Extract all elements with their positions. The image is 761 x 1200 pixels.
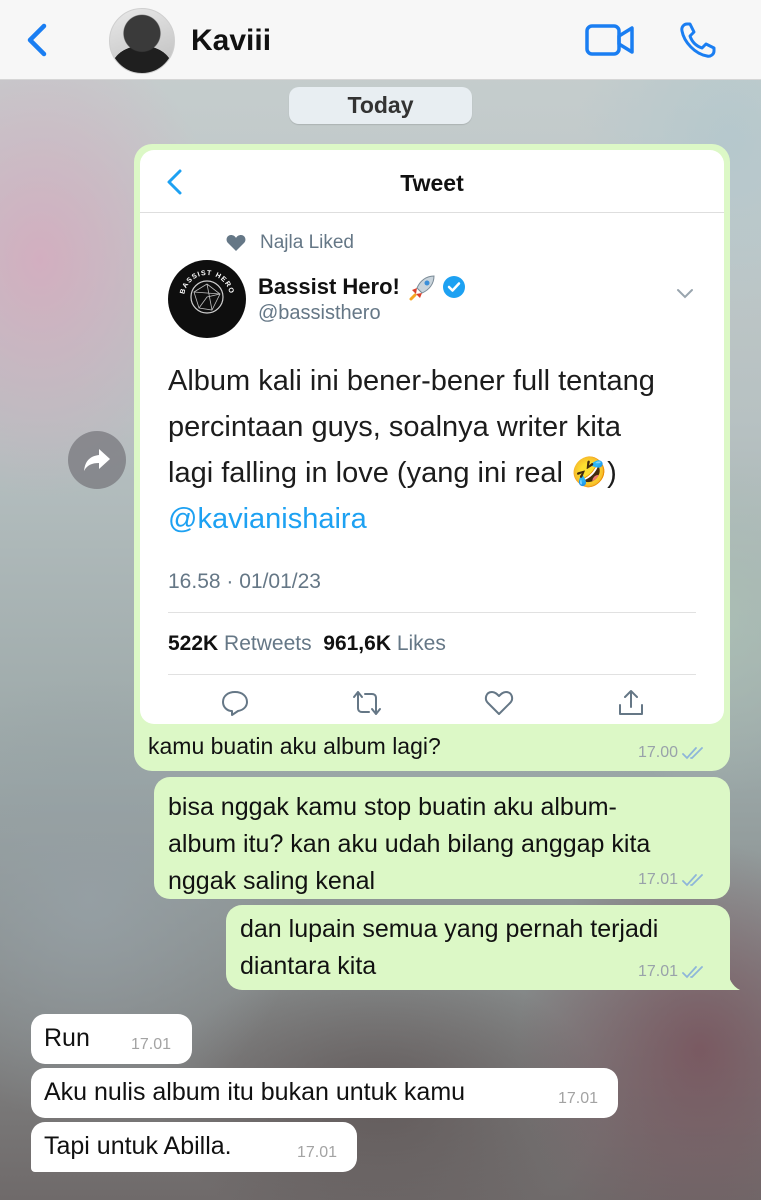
message-meta: 17.01 xyxy=(638,963,706,981)
tweet-stats: 522K Retweets 961,6K Likes xyxy=(168,632,446,656)
message-time: 17.01 xyxy=(638,963,679,980)
message-bubble-outgoing[interactable]: bisa nggak kamu stop buatin aku album- a… xyxy=(154,777,730,899)
message-text: Aku nulis album itu bukan untuk kamu xyxy=(44,1078,466,1106)
svg-text:BASSIST HERO: BASSIST HERO xyxy=(179,270,234,295)
tweet-author-avatar: BASSIST HERO xyxy=(168,260,246,338)
double-check-icon xyxy=(682,966,703,979)
likes-label: Likes xyxy=(396,632,446,655)
date-separator: Today xyxy=(289,87,472,124)
back-button[interactable] xyxy=(18,20,58,60)
tweet-actions xyxy=(140,688,724,718)
liked-by-text: Najla Liked xyxy=(260,232,354,253)
bubble-tail xyxy=(720,970,740,990)
divider xyxy=(168,612,696,613)
tweet-line: lagi falling in love (yang ini real 🤣) xyxy=(168,457,617,489)
message-line: bisa nggak kamu stop buatin aku album- xyxy=(168,793,617,821)
tweet-screenshot[interactable]: Tweet Najla Liked BASSIST HERO Bassist H… xyxy=(140,150,724,724)
tweet-mention: @kavianishaira xyxy=(168,503,367,535)
video-camera-icon xyxy=(585,24,634,56)
retweet-icon xyxy=(353,691,381,715)
message-meta: 17.01 xyxy=(638,871,706,889)
tweet-display-name: Bassist Hero! xyxy=(258,272,466,302)
message-time: 17.01 xyxy=(638,871,679,888)
message-time: 17.01 xyxy=(297,1144,338,1161)
contact-name[interactable]: Kaviii xyxy=(191,24,271,58)
tweet-handle: @bassisthero xyxy=(258,302,381,324)
likes-count: 961,6K xyxy=(323,632,391,655)
message-bubble-incoming[interactable]: Run 17.01 xyxy=(31,1014,192,1064)
message-text: Run xyxy=(44,1024,90,1052)
tweet-title: Tweet xyxy=(400,170,464,196)
tweet-line: percintaan guys, soalnya writer kita xyxy=(168,411,621,443)
share-icon xyxy=(619,690,643,715)
bassist-hero-logo: BASSIST HERO xyxy=(179,270,234,314)
verified-badge-icon xyxy=(442,276,465,298)
double-check-icon xyxy=(682,747,703,760)
rocket-emoji-icon xyxy=(409,275,435,301)
chat-header: Kaviii xyxy=(0,0,761,80)
chevron-left-icon xyxy=(27,23,47,57)
message-time: 17.00 xyxy=(638,744,679,761)
message-bubble-incoming[interactable]: Tapi untuk Abilla. 17.01 xyxy=(31,1122,357,1172)
message-text: Tapi untuk Abilla. xyxy=(44,1132,232,1160)
display-name-text: Bassist Hero! xyxy=(258,274,400,299)
chevron-down-icon xyxy=(677,289,693,299)
tweet-timestamp: 16.58 · 01/01/23 xyxy=(168,570,321,593)
video-call-button[interactable] xyxy=(585,22,635,58)
heart-icon xyxy=(226,235,246,251)
divider xyxy=(168,674,696,675)
message-line: diantara kita xyxy=(240,952,377,980)
tweet-line: Album kali ini bener-bener full tentang xyxy=(168,365,655,397)
double-check-icon xyxy=(682,874,703,887)
message-line: nggak saling kenal xyxy=(168,867,376,895)
forward-button[interactable] xyxy=(68,431,126,489)
retweets-count: 522K xyxy=(168,632,219,655)
message-bubble-outgoing-image[interactable]: Tweet Najla Liked BASSIST HERO Bassist H… xyxy=(134,144,730,771)
message-bubble-incoming[interactable]: Aku nulis album itu bukan untuk kamu 17.… xyxy=(31,1068,618,1118)
message-time: 17.01 xyxy=(558,1090,599,1107)
message-bubble-outgoing[interactable]: dan lupain semua yang pernah terjadi dia… xyxy=(226,905,740,990)
message-line: dan lupain semua yang pernah terjadi xyxy=(240,915,659,943)
message-text: dan lupain semua yang pernah terjadi dia… xyxy=(240,911,658,985)
phone-icon xyxy=(680,22,716,58)
retweets-label: Retweets xyxy=(224,632,312,655)
liked-by-row: Najla Liked xyxy=(226,232,354,254)
message-line: album itu? kan aku udah bilang anggap ki… xyxy=(168,830,651,858)
message-text: kamu buatin aku album lagi? xyxy=(148,733,441,759)
message-meta: 17.00 xyxy=(638,744,706,762)
forward-arrow-icon xyxy=(84,449,110,471)
like-icon xyxy=(484,691,514,715)
message-text: bisa nggak kamu stop buatin aku album- a… xyxy=(168,789,650,900)
voice-call-button[interactable] xyxy=(678,20,718,60)
tweet-body: Album kali ini bener-bener full tentang … xyxy=(168,358,708,542)
reply-icon xyxy=(222,691,248,716)
message-time: 17.01 xyxy=(131,1036,172,1053)
tweet-topbar: Tweet xyxy=(140,150,724,213)
contact-avatar[interactable] xyxy=(109,8,175,74)
